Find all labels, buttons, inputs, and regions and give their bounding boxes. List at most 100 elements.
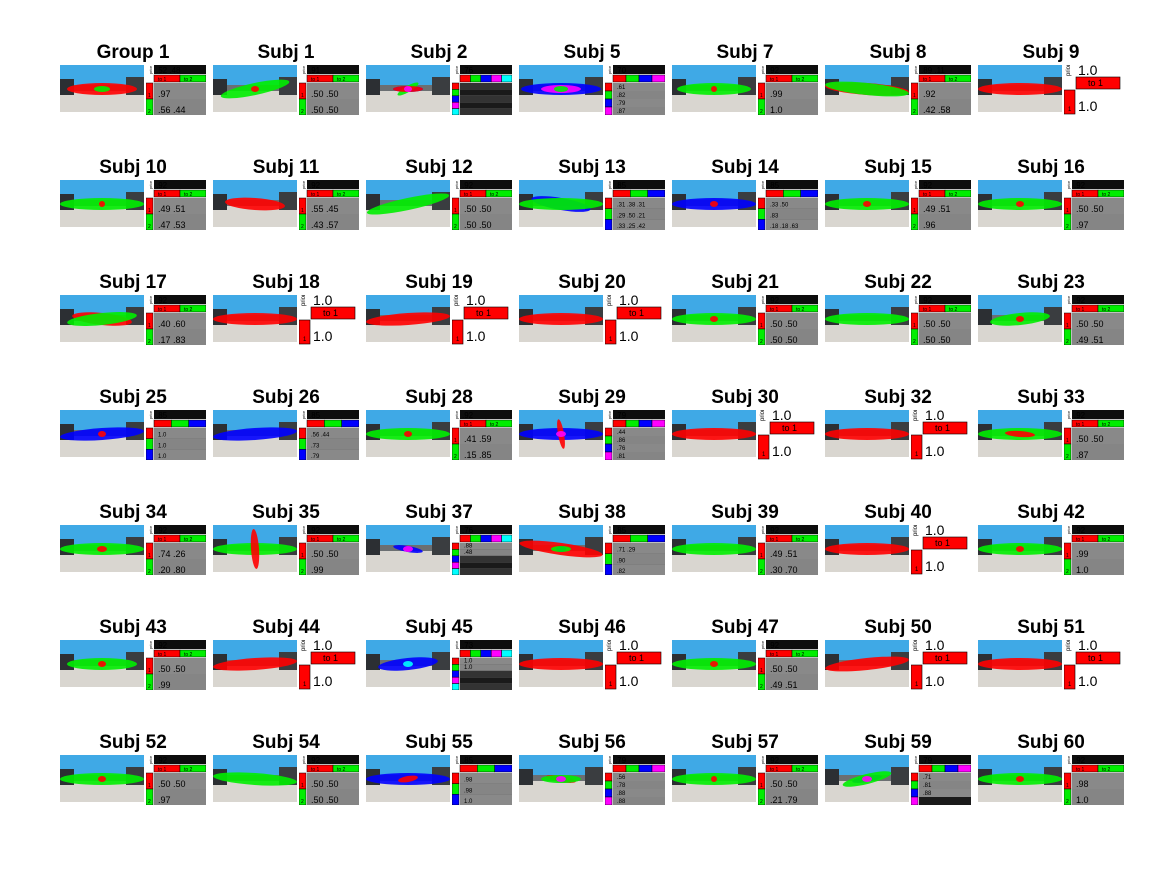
gaze-ellipse-red — [863, 201, 871, 207]
to-header — [490, 74, 502, 83]
scene-image — [672, 410, 756, 457]
panel-title: Subj 55 — [405, 732, 473, 753]
matrix-text: .49 .51 — [770, 680, 798, 690]
scene-image — [213, 755, 297, 802]
to-header — [459, 534, 471, 543]
transition-matrix: prior .85 .56 .44 .73 .79 — [299, 410, 359, 460]
scene-image — [519, 525, 603, 572]
scene-trees-left — [519, 769, 533, 785]
matrix-text: prior — [607, 180, 612, 189]
transition-matrix: prior .92 to 1 to 2 1 .99 2 1.0 — [1064, 525, 1124, 575]
transition-matrix: prior 1.0to 11 1.0 — [452, 295, 509, 345]
matrix-text: .92 — [768, 66, 780, 75]
gaze-ellipse-red — [710, 201, 718, 207]
state-index — [146, 449, 154, 460]
panel-subj-21: Subj 21 prior .92 to 1 to 2 1 .50 .50 2 .50 .50 — [669, 272, 821, 360]
state-index — [758, 208, 766, 220]
matrix-text: .50 .50 — [1076, 434, 1104, 444]
matrix-text: prior — [1066, 640, 1072, 651]
scene-image — [825, 410, 909, 457]
matrix-text: prior — [607, 410, 612, 419]
scene-image — [978, 180, 1062, 227]
matrix-text: prior — [607, 65, 612, 74]
state-index — [605, 435, 613, 445]
panel-subj-22: Subj 22 prior .92 to 1 to 2 1 .50 .50 2 .50 .50 — [822, 272, 974, 360]
matrix-text: prior — [454, 180, 459, 189]
matrix-text: prior — [1066, 755, 1071, 764]
matrix-text: 2 — [148, 224, 151, 230]
matrix-text: .92 — [768, 641, 780, 650]
scene-trees-right — [432, 77, 450, 95]
matrix-text: .50 .50 — [158, 779, 186, 789]
panel-subj-30: Subj 30 prior 1.0 to 1 1 1.0 — [669, 387, 821, 475]
matrix-text: to 1 — [158, 652, 167, 658]
gaze-ellipse-red — [825, 543, 909, 555]
matrix-text: 1.0 — [464, 658, 473, 664]
matrix-text: .17 .83 — [158, 335, 186, 345]
to-header — [651, 764, 665, 773]
matrix-text: .50 .50 — [464, 220, 492, 230]
transition-matrix: prior .73 1.01.0 — [452, 640, 512, 690]
matrix-text: prior — [148, 640, 153, 649]
state-index — [605, 564, 613, 575]
panel-title: Subj 2 — [410, 42, 468, 63]
state-index — [452, 794, 460, 805]
matrix-text: .41 .59 — [464, 434, 492, 444]
scene-image — [672, 525, 756, 572]
matrix-text: to 1 — [323, 653, 338, 663]
matrix-text: 1 — [301, 208, 304, 214]
matrix-text: to 1 — [158, 77, 167, 83]
transition-matrix: prior .92 to 1 to 2 1 .50 .50 2 .97 — [1064, 180, 1124, 230]
panel-title: Subj 39 — [711, 502, 779, 523]
matrix-text: 1.0 — [1078, 65, 1098, 78]
matrix-text: .88 — [617, 791, 626, 797]
gaze-ellipse-red — [1016, 201, 1024, 207]
panel-subj-60: Subj 60 prior .92 to 1 to 2 1 .98 2 1.0 — [975, 732, 1127, 820]
matrix-text: to 2 — [184, 307, 193, 313]
matrix-text: .92 — [921, 181, 933, 190]
matrix-text: .96 — [923, 220, 936, 230]
matrix-text: 1 — [301, 93, 304, 99]
matrix-text: .88 — [617, 799, 626, 805]
to-header — [477, 764, 495, 773]
matrix-text: .98 — [1076, 779, 1089, 789]
scene-image — [672, 65, 756, 112]
matrix-text: to 2 — [337, 767, 346, 773]
panel-title: Subj 30 — [711, 387, 779, 408]
matrix-text: .92 — [156, 526, 168, 535]
panel-subj-55: Subj 55 prior .85 .98 .98 1.0 — [363, 732, 515, 820]
state-index — [605, 796, 613, 805]
matrix-text: prior — [607, 640, 613, 651]
state-index — [452, 95, 460, 103]
scene-image — [672, 295, 756, 342]
matrix-text: .89 .11 — [921, 66, 945, 75]
matrix-text: .52 .48 — [156, 66, 181, 75]
matrix-text: 1.0 — [466, 328, 486, 344]
matrix-row — [460, 95, 512, 103]
matrix-text: .49 .51 — [923, 204, 951, 214]
panel-title: Group 1 — [96, 42, 170, 63]
gaze-ellipse-red — [98, 661, 106, 667]
matrix-text: .90 — [617, 558, 626, 564]
matrix-text: .82 — [617, 569, 626, 575]
matrix-text: prior — [454, 65, 459, 74]
panel-title: Subj 14 — [711, 157, 779, 178]
matrix-text: to 1 — [1076, 307, 1085, 313]
panel-subj-54: Subj 54 prior .92 to 1 to 2 1 .50 .50 2 .50 .50 — [210, 732, 362, 820]
matrix-text: .71 .29 — [617, 548, 636, 554]
matrix-text: .85 — [462, 756, 474, 765]
state-index — [605, 106, 613, 115]
matrix-row — [460, 108, 512, 115]
matrix-text: .99 — [770, 89, 783, 99]
matrix-text: to 2 — [184, 767, 193, 773]
matrix-text: prior — [1066, 180, 1071, 189]
matrix-text: .92 — [923, 89, 936, 99]
state-index — [911, 780, 919, 790]
gaze-ellipse-red — [710, 316, 718, 322]
scene-image — [519, 755, 603, 802]
state-index — [911, 772, 919, 782]
matrix-text: .87 — [617, 109, 626, 115]
transition-matrix: prior .92 to 1 to 2 1 .50 .50 2 .97 — [146, 755, 206, 805]
panel-title: Subj 23 — [1017, 272, 1085, 293]
matrix-text: to 1 — [782, 423, 797, 433]
